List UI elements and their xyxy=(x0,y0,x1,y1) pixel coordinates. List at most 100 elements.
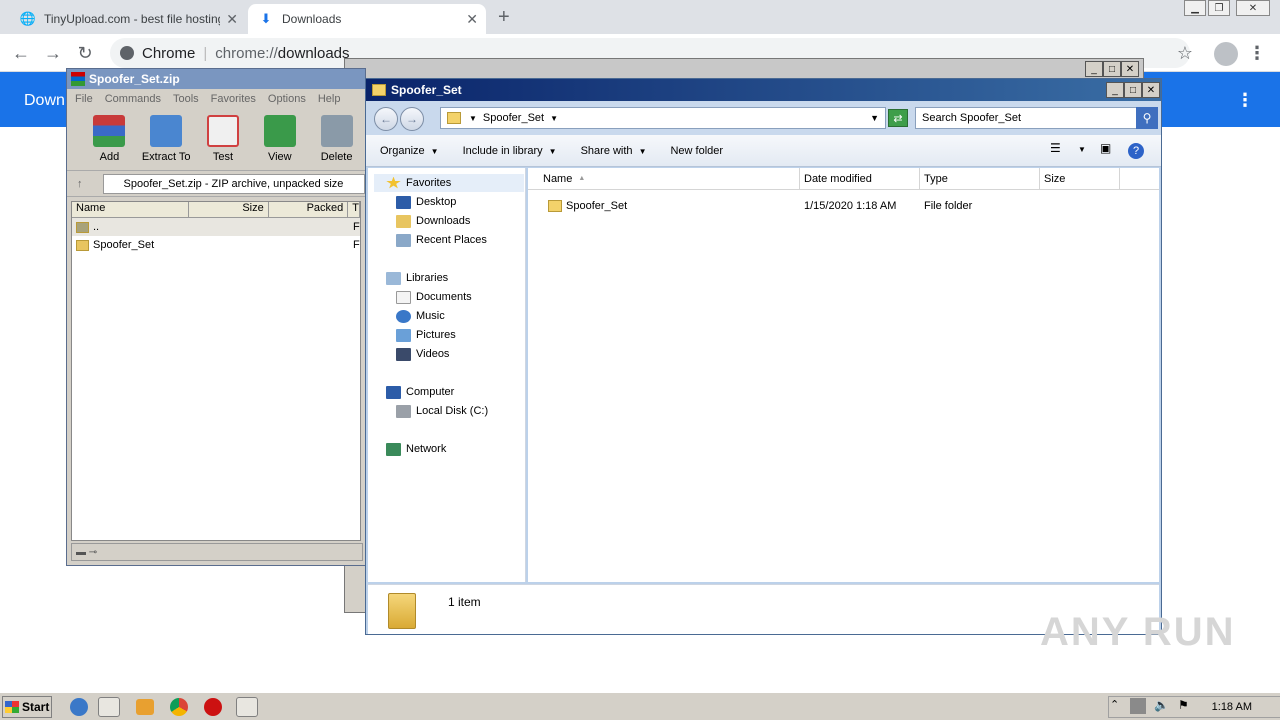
back-arrow-icon[interactable]: ← xyxy=(10,42,32,64)
add-button[interactable]: Add xyxy=(81,109,138,170)
more-options-icon[interactable]: ⋮ xyxy=(1236,90,1254,111)
chevron-down-icon[interactable]: ▼ xyxy=(1078,145,1086,154)
chevron-down-icon[interactable]: ▼ xyxy=(550,114,558,123)
column-size[interactable]: Size xyxy=(189,202,269,217)
internet-explorer-icon[interactable] xyxy=(70,698,88,716)
column-type[interactable]: T xyxy=(348,202,360,217)
chrome-icon[interactable] xyxy=(170,698,188,716)
nav-videos[interactable]: Videos xyxy=(396,345,449,363)
column-name[interactable]: Name ▲ xyxy=(528,168,800,189)
forward-arrow-icon[interactable]: → xyxy=(400,107,424,131)
preview-pane-icon[interactable]: ▣ xyxy=(1100,141,1111,155)
maximize-button[interactable]: □ xyxy=(1103,61,1121,77)
show-hidden-icons-icon[interactable]: ⌃ xyxy=(1110,698,1126,714)
archive-path-field[interactable]: Spoofer_Set.zip - ZIP archive, unpacked … xyxy=(102,173,365,194)
chevron-down-icon[interactable]: ▼ xyxy=(469,114,477,123)
breadcrumb[interactable]: ▼ Spoofer_Set ▼ ▼ xyxy=(440,107,886,129)
tab-downloads[interactable]: ⬇ Downloads ✕ xyxy=(248,4,486,34)
windows-logo-icon xyxy=(5,701,19,713)
up-arrow-icon[interactable]: ↑ xyxy=(77,178,83,190)
delete-button[interactable]: Delete xyxy=(308,109,365,170)
help-icon[interactable]: ? xyxy=(1128,143,1144,159)
tool-label: View xyxy=(267,151,292,163)
new-tab-button[interactable]: + xyxy=(498,6,510,29)
winrar-taskbar-icon[interactable] xyxy=(236,697,258,717)
menu-options[interactable]: Options xyxy=(268,93,306,105)
column-name[interactable]: Name xyxy=(72,202,190,217)
nav-computer[interactable]: Computer xyxy=(386,383,454,401)
minimize-button[interactable]: ▁ xyxy=(1184,0,1206,16)
column-packed[interactable]: Packed xyxy=(269,202,349,217)
list-item[interactable]: .. F xyxy=(72,218,360,236)
forward-arrow-icon[interactable]: → xyxy=(42,42,64,64)
share-with-button[interactable]: Share with ▼ xyxy=(581,145,647,157)
column-label: Name xyxy=(543,172,573,185)
menu-commands[interactable]: Commands xyxy=(105,93,161,105)
profile-avatar-icon[interactable] xyxy=(1214,42,1238,66)
nav-desktop[interactable]: Desktop xyxy=(396,193,456,211)
close-button[interactable]: ✕ xyxy=(1142,82,1160,98)
list-item[interactable]: Spoofer_Set F xyxy=(72,236,360,254)
view-options-icon[interactable]: ☰ xyxy=(1050,141,1061,155)
search-icon[interactable]: ⚲ xyxy=(1136,107,1158,129)
explorer-taskbar-icon[interactable] xyxy=(98,697,120,717)
breadcrumb-segment[interactable]: Spoofer_Set xyxy=(483,112,544,124)
nav-music[interactable]: Music xyxy=(396,307,445,325)
opera-icon[interactable] xyxy=(204,698,222,716)
nav-documents[interactable]: Documents xyxy=(396,288,472,306)
nav-downloads[interactable]: Downloads xyxy=(396,212,470,230)
nav-label: Computer xyxy=(406,386,455,398)
volume-icon[interactable]: 🔈 xyxy=(1154,698,1170,714)
nav-local-disk[interactable]: Local Disk (C:) xyxy=(396,402,488,420)
close-icon[interactable]: ✕ xyxy=(466,11,478,28)
menu-kebab-icon[interactable]: ⋮ xyxy=(1246,42,1268,64)
globe-icon: 🌐 xyxy=(19,11,37,26)
search-input[interactable]: Search Spoofer_Set ⚲ xyxy=(915,107,1158,129)
column-date-modified[interactable]: Date modified xyxy=(800,168,920,189)
reload-icon[interactable]: ↻ xyxy=(74,42,96,64)
close-button[interactable]: ✕ xyxy=(1236,0,1270,16)
libraries-icon xyxy=(386,271,401,285)
bookmark-star-icon[interactable]: ☆ xyxy=(1174,42,1196,64)
winrar-toolbar: Add Extract To Test View Delete xyxy=(67,109,365,171)
restore-button[interactable]: ❐ xyxy=(1208,0,1230,16)
close-button[interactable]: ✕ xyxy=(1121,61,1139,77)
start-button[interactable]: Start xyxy=(2,696,52,718)
nav-network[interactable]: Network xyxy=(386,440,446,458)
tab-title: Downloads xyxy=(282,12,342,26)
refresh-icon[interactable]: ⇄ xyxy=(888,109,908,127)
menu-help[interactable]: Help xyxy=(318,93,341,105)
clock[interactable]: 1:18 AM xyxy=(1212,701,1252,713)
media-player-icon[interactable] xyxy=(136,699,154,715)
back-arrow-icon[interactable]: ← xyxy=(374,107,398,131)
include-in-library-button[interactable]: Include in library ▼ xyxy=(463,145,557,157)
network-status-icon[interactable] xyxy=(1130,698,1146,714)
nav-pictures[interactable]: Pictures xyxy=(396,326,456,344)
file-list: Name ▲ Date modified Type Size Spoofer_Se… xyxy=(528,168,1159,582)
new-folder-button[interactable]: New folder xyxy=(670,145,723,157)
column-type[interactable]: Type xyxy=(920,168,1040,189)
extract-to-button[interactable]: Extract To xyxy=(138,109,195,170)
minimize-button[interactable]: _ xyxy=(1106,82,1124,98)
menu-tools[interactable]: Tools xyxy=(173,93,199,105)
nav-recent-places[interactable]: Recent Places xyxy=(396,231,487,249)
nav-favorites[interactable]: Favorites xyxy=(374,174,524,192)
maximize-button[interactable]: □ xyxy=(1124,82,1142,98)
minimize-button[interactable]: _ xyxy=(1085,61,1103,77)
close-icon[interactable]: ✕ xyxy=(226,11,238,28)
history-dropdown-icon[interactable]: ▼ xyxy=(870,113,879,123)
column-size[interactable]: Size xyxy=(1040,168,1120,189)
tab-tinyupload[interactable]: 🌐 TinyUpload.com - best file hosting sc … xyxy=(10,4,246,34)
view-button[interactable]: View xyxy=(251,109,308,170)
organize-button[interactable]: Organize ▼ xyxy=(380,145,439,157)
item-name: .. xyxy=(93,221,100,233)
folder-icon xyxy=(548,200,562,212)
file-row[interactable]: Spoofer_Set 1/15/2020 1:18 AM File folde… xyxy=(528,196,1159,216)
navigation-pane: Favorites Desktop Downloads Recent Place… xyxy=(368,168,526,582)
test-button[interactable]: Test xyxy=(195,109,252,170)
folder-icon xyxy=(372,84,386,96)
action-center-flag-icon[interactable]: ⚑ xyxy=(1178,698,1194,714)
menu-file[interactable]: File xyxy=(75,93,93,105)
menu-favorites[interactable]: Favorites xyxy=(211,93,256,105)
nav-libraries[interactable]: Libraries xyxy=(386,269,448,287)
